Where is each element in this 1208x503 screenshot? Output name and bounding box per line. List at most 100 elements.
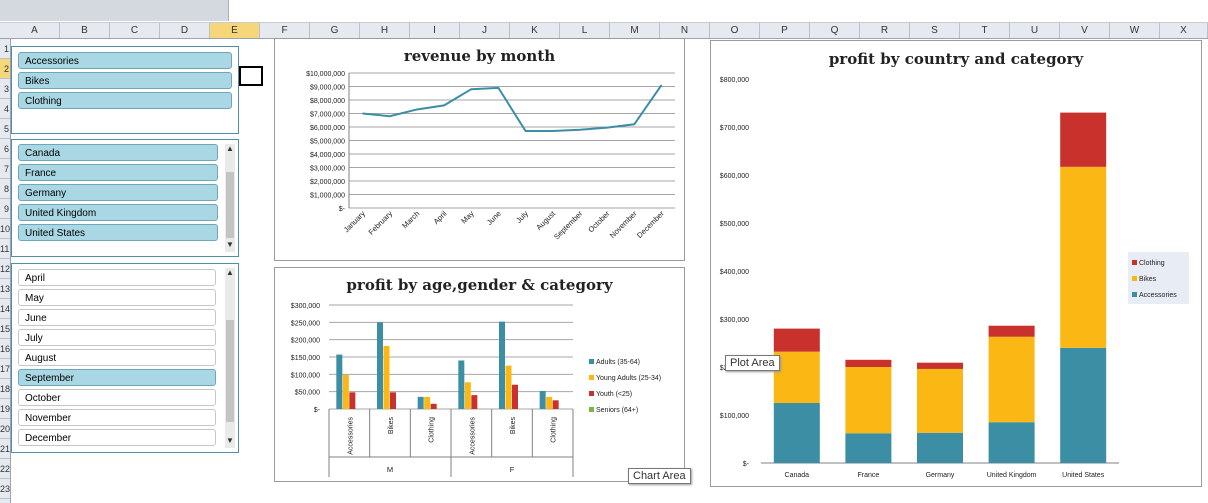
column-header-c[interactable]: C [110, 23, 160, 38]
column-header-t[interactable]: T [960, 23, 1010, 38]
row-header-16[interactable]: 16 [0, 339, 10, 359]
bar-youth-25-0 [349, 392, 356, 409]
column-header-j[interactable]: J [460, 23, 510, 38]
column-header-r[interactable]: R [860, 23, 910, 38]
bar-accessories-united-states [1060, 347, 1107, 463]
y-tick-label: $300,000 [720, 317, 749, 324]
revenue-chart-plot: $- $1,000,000 $2,000,000 $3,000,000 $4,000,0… [306, 71, 675, 241]
column-headers: ABCDEFGHIJKLMNOPQRSTUVWX [0, 23, 1208, 39]
row-header-6[interactable]: 6 [0, 139, 10, 159]
row-header-18[interactable]: 18 [0, 379, 10, 399]
row-header-4[interactable]: 4 [0, 99, 10, 119]
month-slicer: April May June July August September October No… [11, 263, 239, 453]
column-header-i[interactable]: I [410, 23, 460, 38]
x-tick-label: July [514, 209, 530, 225]
column-header-k[interactable]: K [510, 23, 560, 38]
column-header-a[interactable]: A [10, 23, 60, 38]
column-header-b[interactable]: B [60, 23, 110, 38]
month-slicer-item-october[interactable]: October [18, 389, 216, 406]
country-slicer-item-united-kingdom[interactable]: United Kingdom [18, 204, 218, 221]
row-header-11[interactable]: 11 [0, 239, 10, 259]
scroll-down-icon[interactable]: ▼ [225, 436, 235, 445]
data-point-july [525, 130, 527, 132]
column-header-e[interactable]: E [210, 23, 260, 38]
month-slicer-item-december[interactable]: December [18, 429, 216, 446]
scroll-up-icon[interactable]: ▲ [225, 144, 235, 153]
row-header-15[interactable]: 15 [0, 319, 10, 339]
row-header-22[interactable]: 22 [0, 459, 10, 479]
column-header-q[interactable]: Q [810, 23, 860, 38]
data-point-june [497, 87, 499, 89]
month-slicer-item-august[interactable]: August [18, 349, 216, 366]
legend-label-accessories: Accessories [1139, 292, 1177, 299]
scroll-down-icon[interactable]: ▼ [225, 240, 235, 249]
category-slicer-item-bikes[interactable]: Bikes [18, 72, 232, 89]
column-header-m[interactable]: M [610, 23, 660, 38]
month-slicer-item-june[interactable]: June [18, 309, 216, 326]
row-header-3[interactable]: 3 [0, 79, 10, 99]
data-point-may [470, 88, 472, 90]
row-header-17[interactable]: 17 [0, 359, 10, 379]
row-header-23[interactable]: 23 [0, 479, 10, 499]
bar-young-adults-25-34-1 [383, 345, 390, 409]
column-header-p[interactable]: P [760, 23, 810, 38]
x-tick-label: November [608, 209, 639, 240]
legend-swatch-accessories [1132, 292, 1137, 297]
country-slicer-item-united-states[interactable]: United States [18, 224, 218, 241]
y-tick-label: $100,000 [720, 413, 749, 420]
row-header-13[interactable]: 13 [0, 279, 10, 299]
row-header-20[interactable]: 20 [0, 419, 10, 439]
name-box[interactable] [0, 0, 229, 21]
country-slicer-item-germany[interactable]: Germany [18, 184, 218, 201]
row-header-8[interactable]: 8 [0, 179, 10, 199]
revenue-chart[interactable]: revenue by month $- $1,000,000 $2,000,000 $… [274, 38, 685, 261]
row-header-7[interactable]: 7 [0, 159, 10, 179]
row-header-12[interactable]: 12 [0, 259, 10, 279]
scroll-thumb[interactable] [226, 320, 234, 422]
row-header-10[interactable]: 10 [0, 219, 10, 239]
month-slicer-item-july[interactable]: July [18, 329, 216, 346]
column-header-u[interactable]: U [1010, 23, 1060, 38]
data-point-march [416, 108, 418, 110]
column-header-h[interactable]: H [360, 23, 410, 38]
row-header-2[interactable]: 2 [0, 59, 10, 79]
month-slicer-item-may[interactable]: May [18, 289, 216, 306]
month-slicer-item-april[interactable]: April [18, 269, 216, 286]
data-point-february [389, 115, 391, 117]
column-header-s[interactable]: S [910, 23, 960, 38]
row-header-9[interactable]: 9 [0, 199, 10, 219]
country-slicer-item-canada[interactable]: Canada [18, 144, 218, 161]
selected-cell[interactable] [239, 66, 263, 86]
column-header-o[interactable]: O [710, 23, 760, 38]
column-header-w[interactable]: W [1110, 23, 1160, 38]
month-slicer-item-september[interactable]: September [18, 369, 216, 386]
y-tick-label: $500,000 [720, 221, 749, 228]
column-header-g[interactable]: G [310, 23, 360, 38]
row-header-19[interactable]: 19 [0, 399, 10, 419]
row-header-5[interactable]: 5 [0, 119, 10, 139]
row-header-21[interactable]: 21 [0, 439, 10, 459]
column-header-n[interactable]: N [660, 23, 710, 38]
category-slicer-item-accessories[interactable]: Accessories [18, 52, 232, 69]
country-slicer-item-france[interactable]: France [18, 164, 218, 181]
column-header-l[interactable]: L [560, 23, 610, 38]
age-gender-chart[interactable]: profit by age,gender & category $- $50,00… [274, 267, 685, 482]
row-header-1[interactable]: 1 [0, 39, 10, 59]
country-slicer-scrollbar[interactable]: ▲ ▼ [225, 144, 235, 252]
column-header-x[interactable]: X [1160, 23, 1208, 38]
bar-bikes-france [845, 367, 892, 434]
month-slicer-item-november[interactable]: November [18, 409, 216, 426]
scroll-thumb[interactable] [226, 172, 234, 238]
bar-clothing-canada [773, 328, 820, 352]
x-tick-label: Germany [926, 472, 955, 479]
column-header-v[interactable]: V [1060, 23, 1110, 38]
category-slicer-item-clothing[interactable]: Clothing [18, 92, 232, 109]
scroll-up-icon[interactable]: ▲ [225, 268, 235, 277]
month-slicer-scrollbar[interactable]: ▲ ▼ [225, 268, 235, 448]
row-header-14[interactable]: 14 [0, 299, 10, 319]
column-header-d[interactable]: D [160, 23, 210, 38]
x-tick-label: February [367, 209, 395, 237]
group-label: F [510, 465, 515, 474]
column-header-f[interactable]: F [260, 23, 310, 38]
country-chart[interactable]: profit by country and category $- $100,00… [710, 40, 1202, 487]
